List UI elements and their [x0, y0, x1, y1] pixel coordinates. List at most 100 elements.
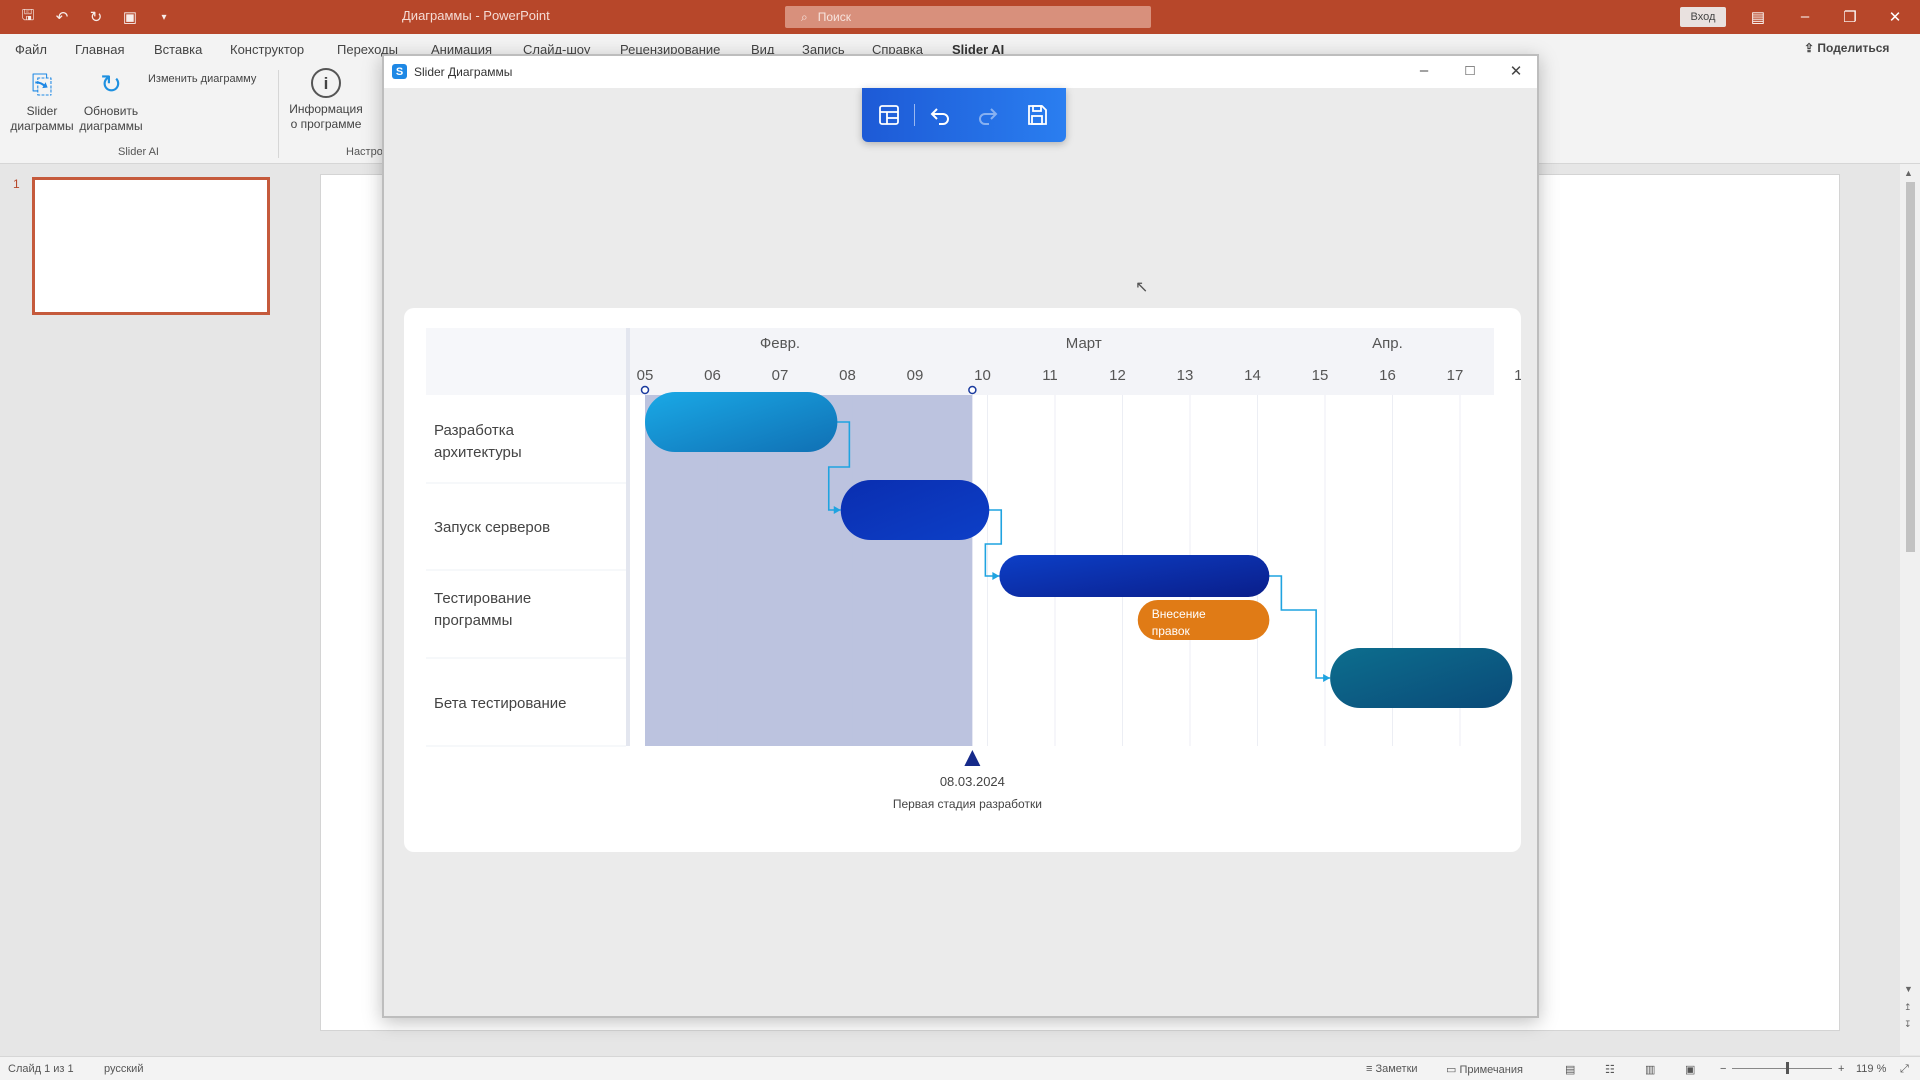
program-info-label: Информация о программе	[289, 102, 363, 131]
month-label: Февр.	[760, 335, 800, 352]
share-button[interactable]: ⇪ Поделиться	[1804, 41, 1889, 55]
task-label: Тестирование программы	[434, 590, 531, 629]
dialog-minimize-icon[interactable]: –	[1412, 62, 1436, 79]
signin-button[interactable]: Вход	[1680, 7, 1726, 27]
slide-sorter-icon[interactable]: ☷	[1605, 1063, 1615, 1076]
timeline-divider	[626, 328, 630, 746]
scrollbar-thumb[interactable]	[1906, 182, 1915, 552]
prev-slide-icon[interactable]: ↥	[1904, 1002, 1912, 1013]
toolbar-separator	[914, 104, 915, 126]
group-slider-ai: Slider AI	[118, 146, 159, 158]
task-label: Разработка архитектуры	[434, 422, 522, 461]
diagram-toolbar	[862, 88, 1066, 142]
present-icon[interactable]: ▣	[120, 7, 140, 27]
milestone-label: Первая стадия разработки	[893, 797, 1042, 811]
task-bar	[840, 480, 990, 540]
slide-info: Слайд 1 из 1	[8, 1063, 74, 1075]
save-icon[interactable]: 🖫	[18, 7, 38, 27]
fit-to-window-icon[interactable]: ⤢	[1900, 1063, 1909, 1076]
dependency-connector	[1267, 575, 1331, 679]
reading-view-icon[interactable]: ▥	[1645, 1063, 1655, 1076]
minimize-icon[interactable]: –	[1795, 8, 1815, 25]
dialog-maximize-icon[interactable]: □	[1458, 62, 1482, 79]
gantt-card: Февр. Март Апр. 05 06 07 08 09 10 11 12 13 14 15 16 17 1…	[404, 308, 1521, 852]
vertical-scrollbar[interactable]: ▲ ▼ ↥ ↧	[1900, 164, 1920, 1055]
undo-icon[interactable]	[925, 101, 955, 129]
restore-icon[interactable]: ❐	[1840, 8, 1860, 26]
undo-icon[interactable]: ↶	[52, 7, 72, 27]
month-label: Март	[1066, 335, 1102, 352]
task-bar	[1330, 648, 1513, 708]
customize-qat-icon[interactable]: ▾	[154, 7, 174, 27]
day-tick-label: 07	[772, 367, 789, 384]
day-tick-label: 10	[974, 367, 991, 384]
range-end-handle	[968, 385, 977, 395]
day-tick-label: 12	[1109, 367, 1126, 384]
dependency-arrow	[1323, 674, 1331, 682]
dialog-title-bar: S Slider Диаграммы – □ ✕	[384, 56, 1537, 88]
range-start-handle	[640, 385, 650, 395]
scroll-down-icon[interactable]: ▼	[1904, 984, 1913, 994]
refresh-icon: ↻	[100, 68, 122, 99]
language-indicator[interactable]: русский	[104, 1063, 143, 1075]
zoom-out-icon[interactable]: −	[1720, 1063, 1726, 1075]
update-diagrams-label: Обновить диаграммы	[79, 104, 143, 133]
share-label: Поделиться	[1817, 41, 1890, 55]
save-icon[interactable]	[1022, 101, 1052, 129]
task-bar	[645, 392, 838, 452]
quick-access-toolbar: 🖫 ↶ ↻ ▣ ▾	[18, 7, 174, 27]
slide-number: 1	[13, 177, 20, 191]
day-tick-label: 18	[1514, 367, 1521, 384]
slide-thumbnail[interactable]	[32, 177, 270, 315]
month-label: Апр.	[1372, 335, 1403, 352]
comments-label: Примечания	[1459, 1064, 1523, 1076]
slider-logo-icon: S	[392, 64, 407, 79]
zoom-in-icon[interactable]: +	[1838, 1063, 1844, 1075]
day-tick-label: 06	[704, 367, 721, 384]
slider-icon: ⎘	[31, 68, 53, 99]
comments-button[interactable]: ▭ Примечания	[1446, 1063, 1523, 1076]
info-icon: i	[311, 68, 341, 98]
search-box[interactable]: ⌕ Поиск	[785, 6, 1151, 28]
tab-file[interactable]: Файл	[15, 42, 47, 57]
slideshow-icon[interactable]: ▣	[1685, 1063, 1695, 1076]
day-tick-label: 15	[1312, 367, 1329, 384]
tab-insert[interactable]: Вставка	[154, 42, 202, 57]
dialog-title: Slider Диаграммы	[414, 65, 513, 79]
status-bar: Слайд 1 из 1 русский ≡ Заметки ▭ Примеча…	[0, 1056, 1920, 1080]
task-label-line: программы	[434, 612, 512, 629]
tab-home[interactable]: Главная	[75, 42, 124, 57]
slider-diagrams-button[interactable]: ⎘ Slider диаграммы	[8, 68, 76, 134]
day-tick-label: 16	[1379, 367, 1396, 384]
normal-view-icon[interactable]: ▤	[1565, 1063, 1575, 1076]
day-tick-label: 05	[637, 367, 654, 384]
gantt-chart: Февр. Март Апр. 05 06 07 08 09 10 11 12 13 14 15 16 17 1…	[426, 328, 1521, 811]
layout-icon[interactable]	[874, 101, 904, 129]
close-icon[interactable]: ✕	[1885, 8, 1905, 26]
zoom-slider-thumb[interactable]	[1786, 1062, 1789, 1074]
day-tick-label: 08	[839, 367, 856, 384]
task-label-line: архитектуры	[434, 444, 522, 461]
dependency-arrow	[992, 572, 1000, 580]
group-settings: Настро	[346, 146, 383, 158]
dialog-close-icon[interactable]: ✕	[1504, 62, 1528, 80]
milestone-marker	[964, 750, 981, 766]
task-label-line: Тестирование	[434, 590, 531, 607]
zoom-level[interactable]: 119 %	[1856, 1063, 1886, 1075]
redo-icon[interactable]: ↻	[86, 7, 106, 27]
notes-button[interactable]: ≡ Заметки	[1366, 1063, 1418, 1075]
slide-thumbnails-pane: 1	[0, 165, 290, 1055]
ribbon-display-icon[interactable]: ▤	[1748, 8, 1768, 26]
redo-icon[interactable]	[973, 101, 1003, 129]
timeline-header-bg	[626, 328, 1494, 395]
edit-diagram-button[interactable]: Изменить диаграмму	[148, 72, 256, 87]
scroll-up-icon[interactable]: ▲	[1904, 168, 1913, 178]
program-info-button[interactable]: i Информация о программе	[286, 68, 366, 132]
tab-design[interactable]: Конструктор	[230, 42, 304, 57]
subtask-label-line: правок	[1152, 624, 1191, 638]
zoom-slider[interactable]	[1732, 1068, 1832, 1069]
update-diagrams-button[interactable]: ↻ Обновить диаграммы	[78, 68, 144, 134]
slider-diagrams-dialog: S Slider Диаграммы – □ ✕ Февр. Март Апр. 05…	[382, 54, 1539, 1018]
next-slide-icon[interactable]: ↧	[1904, 1019, 1912, 1030]
day-tick-label: 17	[1447, 367, 1464, 384]
